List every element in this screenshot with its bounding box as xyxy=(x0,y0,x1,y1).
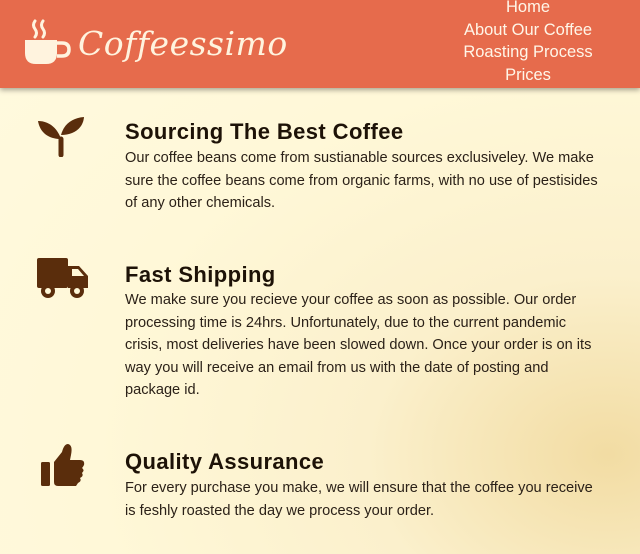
nav-roasting-link[interactable]: Roasting Process xyxy=(448,41,608,64)
feature-title: Quality Assurance xyxy=(125,449,325,474)
main-nav: Home About Our Coffee Roasting Process P… xyxy=(448,0,608,86)
feature-title: Sourcing The Best Coffee xyxy=(125,119,404,144)
sprout-icon xyxy=(38,117,84,157)
brand-name: Coffeessimo xyxy=(78,23,288,63)
thumbs-up-icon xyxy=(41,444,85,486)
feature-text: We make sure you recieve your coffee as … xyxy=(125,292,592,398)
nav-about-link[interactable]: About Our Coffee xyxy=(448,19,608,42)
feature-title: Fast Shipping xyxy=(125,262,276,287)
logo[interactable]: Coffeessimo xyxy=(22,12,288,72)
feature-text: For every purchase you make, we will ens… xyxy=(125,480,593,519)
nav-home-link[interactable]: Home xyxy=(448,0,608,19)
truck-icon xyxy=(37,258,88,298)
nav-prices-link[interactable]: Prices xyxy=(448,64,608,87)
site-header: Coffeessimo Home About Our Coffee Roasti… xyxy=(0,0,640,88)
coffee-cup-icon xyxy=(25,19,71,64)
feature-text: Our coffee beans come from sustianable s… xyxy=(125,150,598,211)
